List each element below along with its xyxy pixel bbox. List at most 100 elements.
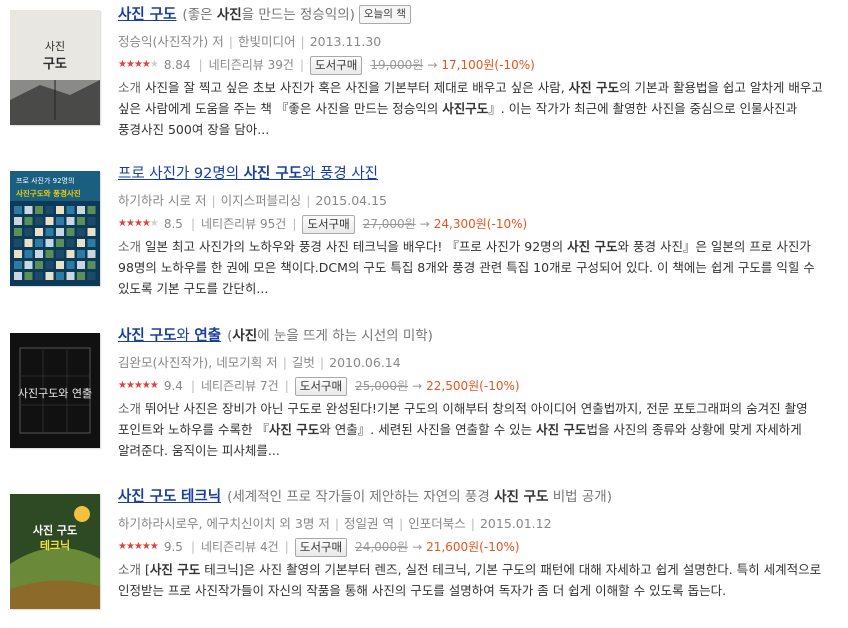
buy-button[interactable]: 도서구매 bbox=[302, 214, 355, 234]
title-text: 프로 사진가 92명의 bbox=[118, 166, 244, 182]
description-keyword: 사진 구도 bbox=[567, 239, 618, 254]
subtitle-keyword: 사진 bbox=[232, 328, 258, 344]
arrow-icon: → bbox=[412, 540, 423, 554]
star-icon: ★ bbox=[141, 380, 151, 391]
star-icon: ★ bbox=[149, 218, 159, 229]
meta-item[interactable]: 2013.11.30 bbox=[310, 34, 382, 49]
svg-text:테크닉: 테크닉 bbox=[40, 538, 70, 552]
book-result-item: 사진 구도 테크닉 사진 구도 테크닉 (세계적인 프로 작가들이 제안하는 자연의 … bbox=[0, 487, 848, 628]
star-icon: ★ bbox=[133, 380, 143, 391]
svg-text:프로 사진가 92명의: 프로 사진가 92명의 bbox=[16, 176, 74, 185]
star-icon: ★ bbox=[141, 218, 151, 229]
meta-item[interactable]: 한빛미디어 bbox=[238, 34, 296, 49]
title-keyword: 사진 구도 bbox=[118, 328, 177, 344]
review-count[interactable]: 네티즌리뷰 95건 bbox=[201, 212, 286, 236]
title-line: 사진 구도 테크닉 (세계적인 프로 작가들이 제안하는 자연의 풍경 사진 구도… bbox=[118, 487, 840, 513]
book-title-link[interactable]: 사진 구도와 연출 bbox=[118, 328, 221, 344]
book-meta: 정승익(사진작가) 저 | 한빛미디어 | 2013.11.30 bbox=[118, 31, 840, 53]
meta-separator: | bbox=[300, 34, 305, 49]
subtitle-keyword: 사진 구도 bbox=[494, 489, 549, 505]
rating-line: ★★★★★ 8.5 | 네티즌리뷰 95건 | 도서구매 27,000원 → 24,300원(-… bbox=[118, 212, 840, 236]
star-icon: ★ bbox=[118, 59, 127, 70]
sale-price: 22,500원(-10%) bbox=[426, 379, 520, 393]
svg-text:사진 구도: 사진 구도 bbox=[33, 523, 77, 537]
book-result-item: 사진 구도 사진 구도 (좋은 사진을 만드는 정승익의) 오늘의 책 정승익(사진작가)… bbox=[0, 5, 848, 165]
book-info: 프로 사진가 92명의 사진 구도와 풍경 사진하기하라 시로 저 | 이지스퍼블리… bbox=[118, 164, 840, 299]
book-title-link[interactable]: 사진 구도 bbox=[118, 7, 176, 23]
sale-price: 21,600원(-10%) bbox=[426, 540, 520, 554]
book-cover-image[interactable]: 사진 구도테크닉 bbox=[10, 494, 100, 609]
book-cover-image[interactable]: 사진구도와 연출 bbox=[10, 333, 100, 448]
subtitle-keyword: 사진 bbox=[216, 7, 242, 23]
original-price: 25,000원 bbox=[355, 379, 409, 393]
book-cover-image[interactable]: 프로 사진가 92명의사진구도와 풍경사진 bbox=[10, 171, 100, 286]
book-meta: 하기하라시로우, 에구치신이치 외 3명 저 | 정일권 역 | 인포더북스 | 2015.… bbox=[118, 513, 840, 535]
arrow-icon: → bbox=[412, 379, 423, 393]
meta-item[interactable]: 2010.06.14 bbox=[329, 355, 401, 370]
review-count[interactable]: 네티즌리뷰 4건 bbox=[201, 535, 279, 559]
meta-separator: | bbox=[282, 355, 287, 370]
star-icon: ★ bbox=[149, 380, 159, 391]
book-cover[interactable]: 사진 구도 테크닉 bbox=[10, 494, 100, 609]
star-icon: ★ bbox=[149, 59, 159, 70]
meta-item[interactable]: 인포더북스 bbox=[408, 516, 466, 531]
subtitle-text: (좋은 bbox=[182, 7, 217, 23]
book-result-item: 사진구도와 연출 사진 구도와 연출 (사진에 눈을 뜨게 하는 시선의 미학) 김완… bbox=[0, 326, 848, 486]
star-icon: ★ bbox=[118, 380, 127, 391]
book-cover[interactable]: 사진 구도 bbox=[10, 10, 100, 125]
title-keyword: 사진 구도 bbox=[243, 166, 303, 182]
meta-separator: | bbox=[284, 379, 289, 393]
book-title-link[interactable]: 프로 사진가 92명의 사진 구도와 풍경 사진 bbox=[118, 166, 378, 182]
star-icon: ★ bbox=[118, 218, 127, 229]
book-subtitle: (사진에 눈을 뜨게 하는 시선의 미학) bbox=[227, 328, 433, 344]
title-keyword: 연출 bbox=[194, 328, 222, 344]
star-icon: ★ bbox=[125, 541, 135, 552]
star-icon: ★ bbox=[125, 218, 135, 229]
meta-item[interactable]: 2015.01.12 bbox=[480, 516, 552, 531]
title-line: 사진 구도와 연출 (사진에 눈을 뜨게 하는 시선의 미학) bbox=[118, 326, 840, 352]
description-keyword: 사진 구도 bbox=[568, 80, 620, 95]
description-label: 소개 bbox=[118, 80, 142, 95]
meta-item[interactable]: 이지스퍼블리싱 bbox=[221, 193, 302, 208]
buy-button[interactable]: 도서구매 bbox=[294, 376, 348, 396]
rating-score: 8.84 bbox=[163, 58, 191, 72]
author[interactable]: 하기하라 시로 저 bbox=[118, 193, 206, 208]
star-icon: ★ bbox=[118, 541, 127, 552]
meta-item[interactable]: 정일권 역 bbox=[344, 516, 394, 531]
today-book-badge[interactable]: 오늘의 책 bbox=[358, 5, 411, 24]
meta-separator: | bbox=[299, 58, 304, 72]
book-cover[interactable]: 사진구도와 연출 bbox=[10, 333, 100, 448]
meta-item[interactable]: 2015.04.15 bbox=[315, 193, 387, 208]
title-keyword: 사진 구도 bbox=[118, 489, 177, 505]
sale-price: 17,100원(-10%) bbox=[441, 58, 535, 72]
buy-button[interactable]: 도서구매 bbox=[294, 537, 348, 557]
star-icon: ★ bbox=[149, 541, 159, 552]
book-result-item: 프로 사진가 92명의 사진구도와 풍경사진 프로 사진가 92명의 사진 구도와 … bbox=[0, 164, 848, 324]
book-info: 사진 구도와 연출 (사진에 눈을 뜨게 하는 시선의 미학) 김완모(사진작가),… bbox=[118, 326, 840, 461]
svg-text:사진구도와 연출: 사진구도와 연출 bbox=[18, 387, 92, 400]
star-icon: ★ bbox=[125, 59, 135, 70]
meta-separator: | bbox=[190, 379, 195, 393]
buy-button[interactable]: 도서구매 bbox=[309, 55, 363, 75]
rating-score: 9.4 bbox=[163, 379, 183, 393]
author[interactable]: 김완모(사진작가), 네모기획 저 bbox=[118, 355, 278, 370]
svg-text:사진: 사진 bbox=[45, 40, 65, 53]
author[interactable]: 하기하라시로우, 에구치신이치 외 3명 저 bbox=[118, 516, 330, 531]
book-info: 사진 구도 테크닉 (세계적인 프로 작가들이 제안하는 자연의 풍경 사진 구도… bbox=[118, 487, 840, 601]
book-description: 소개 [사진 구도 테크닉]은 사진 촬영의 기본부터 렌즈, 실전 테크닉, 기… bbox=[118, 559, 833, 601]
meta-item[interactable]: 길벗 bbox=[292, 355, 315, 370]
meta-separator: | bbox=[190, 217, 195, 231]
rating-score: 8.5 bbox=[163, 217, 183, 231]
meta-separator: | bbox=[399, 516, 404, 531]
rating-line: ★★★★★ 9.4 | 네티즌리뷰 7건 | 도서구매 25,000원 → 22,500원(-1… bbox=[118, 374, 840, 398]
book-cover[interactable]: 프로 사진가 92명의 사진구도와 풍경사진 bbox=[10, 171, 100, 286]
book-subtitle: (좋은 사진을 만드는 정승익의) bbox=[182, 7, 354, 23]
meta-separator: | bbox=[470, 516, 475, 531]
review-count[interactable]: 네티즌리뷰 39건 bbox=[209, 53, 294, 77]
book-title-link[interactable]: 사진 구도 테크닉 bbox=[118, 489, 221, 505]
original-price: 19,000원 bbox=[370, 58, 424, 72]
book-cover-image[interactable]: 사진구도 bbox=[10, 10, 100, 125]
review-count[interactable]: 네티즌리뷰 7건 bbox=[201, 374, 279, 398]
author[interactable]: 정승익(사진작가) 저 bbox=[118, 34, 224, 49]
description-keyword: 사진 구도 bbox=[149, 562, 201, 577]
